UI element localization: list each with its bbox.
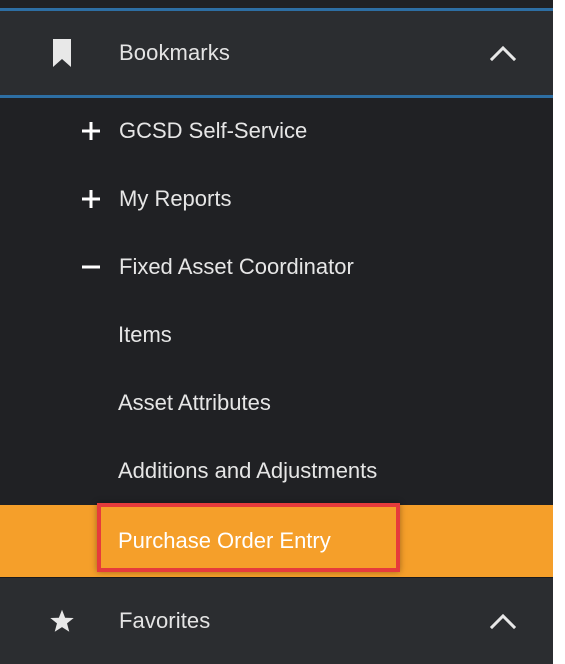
chevron-up-icon[interactable] (490, 40, 516, 66)
bookmark-group-my-reports[interactable]: My Reports (0, 166, 553, 232)
bookmark-item-label: Purchase Order Entry (118, 528, 331, 553)
plus-icon (80, 188, 102, 210)
bookmark-group-fixed-asset-coordinator[interactable]: Fixed Asset Coordinator (0, 234, 553, 300)
favorites-section-header[interactable]: Favorites (0, 577, 553, 664)
bookmarks-section-header[interactable]: Bookmarks (0, 8, 553, 98)
chevron-up-icon[interactable] (490, 608, 516, 634)
bookmark-item-label: Asset Attributes (118, 390, 271, 415)
top-strip (0, 0, 553, 8)
bookmark-group-gcsd-self-service[interactable]: GCSD Self-Service (0, 98, 553, 164)
minus-icon (80, 256, 102, 278)
bookmark-group-label: Fixed Asset Coordinator (119, 254, 354, 279)
bookmark-group-label: GCSD Self-Service (119, 118, 308, 143)
plus-icon (80, 120, 102, 142)
bookmark-item-additions-and-adjustments[interactable]: Additions and Adjustments (0, 438, 553, 504)
bookmark-item-items[interactable]: Items (0, 302, 553, 368)
bookmark-item-label: Items (118, 322, 172, 347)
bookmark-item-purchase-order-entry[interactable]: Purchase Order Entry (0, 505, 553, 577)
bookmark-item-label: Additions and Adjustments (118, 458, 378, 483)
favorites-label: Favorites (119, 608, 211, 633)
bookmark-group-label: My Reports (119, 186, 232, 211)
bookmarks-label: Bookmarks (119, 40, 230, 65)
bookmark-item-asset-attributes[interactable]: Asset Attributes (0, 370, 553, 436)
navigation-panel: Bookmarks GCSD Self-Service My Reports F… (0, 0, 553, 664)
star-icon (49, 606, 75, 636)
bookmark-icon (49, 38, 75, 68)
